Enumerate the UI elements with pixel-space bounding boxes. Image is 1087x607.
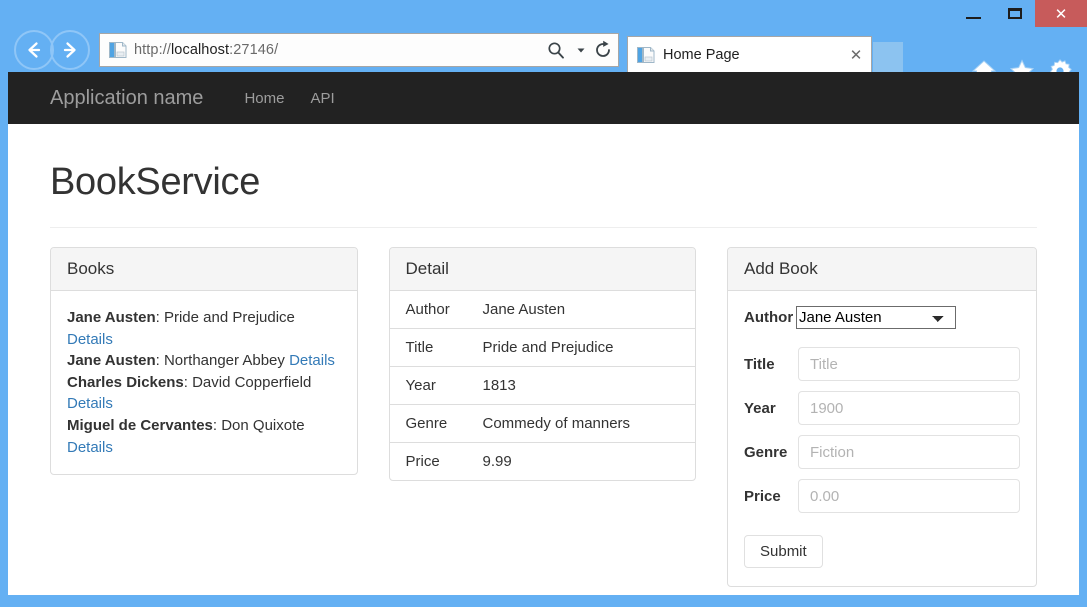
detail-panel: Detail AuthorJane AustenTitlePride and P… (389, 247, 697, 481)
search-icon[interactable] (538, 34, 574, 66)
detail-row: TitlePride and Prejudice (390, 329, 696, 367)
author-label: Author (744, 309, 796, 326)
nav-link-home[interactable]: Home (231, 90, 297, 107)
minimize-button[interactable] (953, 0, 994, 27)
chevron-down-icon[interactable] (574, 34, 588, 66)
book-details-link[interactable]: Details (67, 331, 113, 348)
detail-panel-heading: Detail (390, 248, 696, 291)
detail-row: GenreCommedy of manners (390, 405, 696, 443)
tab-title: Home Page (663, 47, 841, 63)
detail-row: Price9.99 (390, 443, 696, 481)
book-details-link[interactable]: Details (67, 439, 113, 456)
genre-field-row: Genre (744, 435, 1020, 469)
page-icon (637, 45, 655, 65)
detail-value: Jane Austen (467, 291, 696, 329)
arrow-right-icon (59, 39, 81, 61)
detail-panel-title: Detail (406, 259, 449, 278)
nav-link-api[interactable]: API (297, 90, 347, 107)
arrow-left-icon (23, 39, 45, 61)
price-input[interactable] (798, 479, 1020, 513)
page-body: BookService Books Jane Austen: Pride and… (8, 161, 1079, 587)
price-field-row: Price (744, 479, 1020, 513)
text-fields: Title Year Genre Price (744, 347, 1020, 513)
submit-button[interactable]: Submit (744, 535, 823, 568)
book-details-link[interactable]: Details (67, 395, 113, 412)
detail-value: Pride and Prejudice (467, 329, 696, 367)
genre-label: Genre (744, 444, 798, 461)
detail-key: Author (390, 291, 467, 329)
url-host: localhost (171, 42, 229, 58)
page-title: BookService (50, 161, 1037, 204)
close-icon: ✕ (1055, 5, 1068, 23)
book-title: : David Copperfield (184, 374, 312, 391)
address-bar[interactable]: http://localhost:27146/ (99, 33, 619, 67)
url-text: http://localhost:27146/ (134, 42, 538, 58)
maximize-icon (1008, 8, 1022, 19)
books-panel-title: Books (67, 259, 114, 278)
site-navbar: Application name Home API (8, 72, 1079, 124)
books-list: Jane Austen: Pride and Prejudice Details… (51, 291, 357, 474)
title-input[interactable] (798, 347, 1020, 381)
detail-key: Genre (390, 405, 467, 443)
book-title: : Don Quixote (213, 417, 305, 434)
navbar-brand[interactable]: Application name (50, 87, 203, 110)
book-author: Charles Dickens (67, 374, 184, 391)
page-icon (109, 40, 127, 60)
book-list-item: Jane Austen: Pride and Prejudice Details (67, 309, 295, 348)
add-book-panel-title: Add Book (744, 259, 818, 278)
author-field-row: Author Jane AustenCharles DickensMiguel … (744, 306, 1020, 329)
forward-button[interactable] (50, 30, 90, 70)
detail-value: 1813 (467, 367, 696, 405)
detail-key: Year (390, 367, 467, 405)
book-list-item: Charles Dickens: David Copperfield Detai… (67, 374, 311, 413)
author-select[interactable]: Jane AustenCharles DickensMiguel de Cerv… (796, 306, 956, 329)
tab-close-button[interactable]: ✕ (841, 46, 871, 64)
books-panel: Books Jane Austen: Pride and Prejudice D… (50, 247, 358, 475)
year-input[interactable] (798, 391, 1020, 425)
browser-toolbar: http://localhost:27146/ (0, 27, 1087, 72)
detail-row: Year1813 (390, 367, 696, 405)
add-book-form: Author Jane AustenCharles DickensMiguel … (728, 291, 1036, 586)
detail-value: Commedy of manners (467, 405, 696, 443)
title-divider (50, 227, 1037, 228)
detail-key: Title (390, 329, 467, 367)
book-author: Jane Austen (67, 352, 156, 369)
tab-strip: Home Page ✕ (627, 27, 903, 72)
title-label: Title (744, 356, 798, 373)
minimize-icon (966, 17, 981, 19)
detail-table: AuthorJane AustenTitlePride and Prejudic… (390, 291, 696, 480)
title-field-row: Title (744, 347, 1020, 381)
new-tab-button[interactable] (873, 42, 903, 72)
refresh-icon[interactable] (588, 34, 618, 66)
browser-window: ✕ http://lo (0, 0, 1087, 607)
book-list-item: Miguel de Cervantes: Don Quixote Details (67, 417, 305, 456)
page-viewport: Application name Home API BookService Bo… (8, 72, 1079, 595)
book-title: : Pride and Prejudice (156, 309, 295, 326)
detail-key: Price (390, 443, 467, 481)
books-panel-heading: Books (51, 248, 357, 291)
book-list-item: Jane Austen: Northanger Abbey Details (67, 352, 335, 369)
price-label: Price (744, 488, 798, 505)
back-button[interactable] (14, 30, 54, 70)
add-book-panel-heading: Add Book (728, 248, 1036, 291)
book-author: Miguel de Cervantes (67, 417, 213, 434)
tab-home-page[interactable]: Home Page ✕ (627, 36, 872, 72)
add-book-panel: Add Book Author Jane AustenCharles Dicke… (727, 247, 1037, 587)
close-window-button[interactable]: ✕ (1035, 0, 1087, 27)
book-author: Jane Austen (67, 309, 156, 326)
detail-row: AuthorJane Austen (390, 291, 696, 329)
genre-input[interactable] (798, 435, 1020, 469)
panel-row: Books Jane Austen: Pride and Prejudice D… (50, 247, 1037, 587)
year-field-row: Year (744, 391, 1020, 425)
window-caption-buttons: ✕ (953, 0, 1087, 27)
book-title: : Northanger Abbey (156, 352, 289, 369)
detail-value: 9.99 (467, 443, 696, 481)
maximize-button[interactable] (994, 0, 1035, 27)
book-details-link[interactable]: Details (289, 352, 335, 369)
year-label: Year (744, 400, 798, 417)
